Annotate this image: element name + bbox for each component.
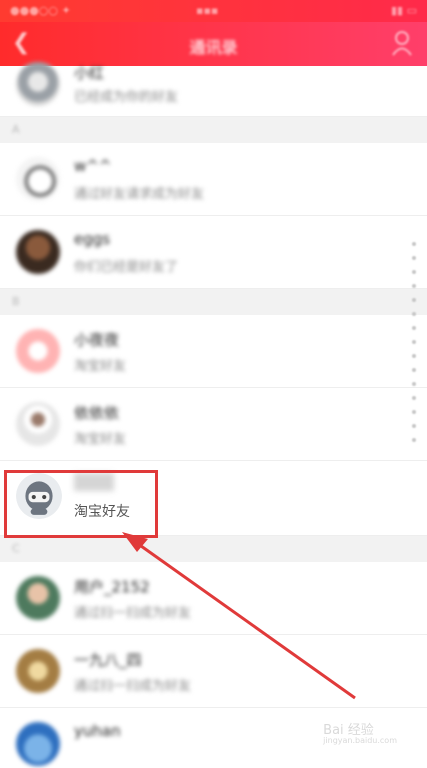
avatar [16, 62, 60, 106]
battery-icon: ▮▮ ▭ [391, 4, 417, 17]
contact-name: 一九八_四 [74, 651, 142, 669]
contact-subtitle: 通过扫一扫成为好友 [74, 606, 192, 621]
section-header: C [0, 536, 427, 562]
contact-list: 小红 已经成为你的好友 A w^^ 通过好友请求成为好友 eggs 你们已经是好… [0, 62, 427, 768]
section-header: B [0, 289, 427, 315]
contact-name: eggs [74, 230, 111, 248]
nav-bar: ❮ 通讯录 [0, 22, 427, 66]
avatar [16, 722, 60, 766]
contact-name: 小红 [74, 64, 105, 82]
avatar [16, 649, 60, 693]
status-bar: ●●●○○ ✦ ▪▪▪ ▮▮ ▭ [0, 0, 427, 22]
list-item[interactable]: 一九八_四 通过扫一扫成为好友 [0, 635, 427, 708]
contact-name: 小夜夜 [74, 331, 120, 349]
contact-name: 用户_2152 [74, 578, 150, 596]
list-item[interactable]: 用户_2152 通过扫一扫成为好友 [0, 562, 427, 635]
avatar [16, 576, 60, 620]
list-item[interactable]: 小红 已经成为你的好友 [0, 62, 427, 117]
section-header: A [0, 117, 427, 143]
avatar [16, 230, 60, 274]
list-item[interactable]: eggs 你们已经是好友了 [0, 216, 427, 289]
signal-indicator: ●●●○○ ✦ [10, 4, 71, 17]
avatar [16, 402, 60, 446]
highlight-box [4, 470, 158, 538]
contact-subtitle: 已经成为你的好友 [74, 90, 179, 105]
contact-name: yuhan [74, 722, 121, 740]
contact-name: 依依依 [74, 404, 120, 422]
list-item[interactable]: 依依依 淘宝好友 [0, 388, 427, 461]
watermark: Bai 经验 jingyan.baidu.com [323, 723, 397, 745]
contact-subtitle: 通过扫一扫成为好友 [74, 679, 192, 694]
contact-subtitle: 淘宝好友 [74, 432, 127, 447]
page-title: 通讯录 [189, 38, 238, 57]
contact-subtitle: 你们已经是好友了 [74, 260, 179, 275]
list-item[interactable]: 小夜夜 淘宝好友 [0, 315, 427, 388]
contact-subtitle: 淘宝好友 [74, 359, 127, 374]
alphabet-index[interactable] [409, 232, 419, 448]
list-item[interactable]: w^^ 通过好友请求成为好友 [0, 143, 427, 216]
contact-subtitle: 通过好友请求成为好友 [74, 187, 205, 202]
avatar [16, 329, 60, 373]
person-icon[interactable] [391, 30, 413, 56]
status-time: ▪▪▪ [196, 4, 219, 17]
contact-name: w^^ [74, 157, 112, 175]
avatar [16, 157, 60, 201]
